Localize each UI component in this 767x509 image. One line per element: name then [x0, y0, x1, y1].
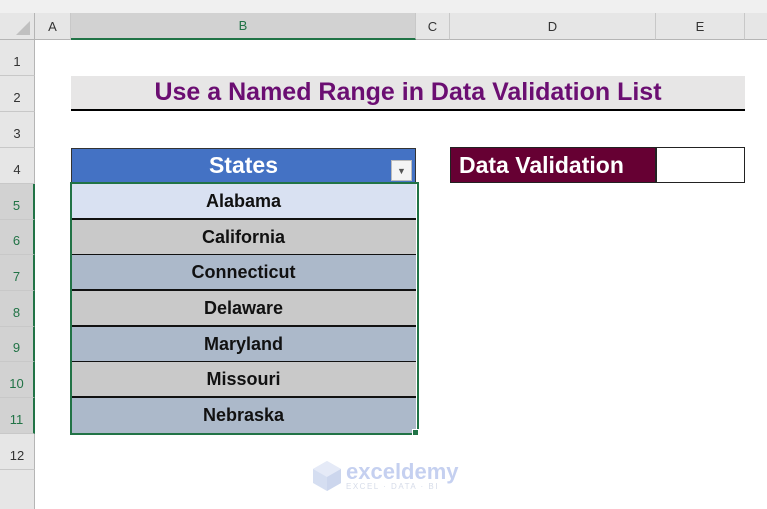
top-strip: [0, 0, 767, 13]
state-cell[interactable]: Maryland: [71, 327, 416, 363]
row-header-9[interactable]: 9: [0, 327, 35, 362]
exceldemy-watermark: exceldemy EXCEL · DATA · BI: [312, 460, 459, 492]
row-header-8[interactable]: 8: [0, 291, 35, 327]
filter-dropdown-button[interactable]: ▼: [391, 160, 412, 181]
column-header-a[interactable]: A: [35, 13, 71, 40]
data-validation-input-cell[interactable]: [656, 147, 745, 183]
exceldemy-logo-icon: [313, 461, 341, 491]
row-header-2[interactable]: 2: [0, 76, 35, 112]
row-header-3[interactable]: 3: [0, 112, 35, 148]
state-cell[interactable]: Alabama: [71, 184, 416, 220]
state-cell[interactable]: Delaware: [71, 291, 416, 327]
state-cell[interactable]: Connecticut: [71, 255, 416, 291]
states-header-label: States: [208, 152, 279, 178]
row-header-12[interactable]: 12: [0, 434, 35, 470]
column-header-c[interactable]: C: [416, 13, 450, 40]
state-cell[interactable]: California: [71, 220, 416, 256]
select-all-triangle-icon: [16, 21, 30, 35]
state-cell[interactable]: Missouri: [71, 362, 416, 398]
sheet-title[interactable]: Use a Named Range in Data Validation Lis…: [71, 76, 745, 111]
column-header-f[interactable]: [745, 13, 767, 40]
row-header-6[interactable]: 6: [0, 220, 35, 255]
watermark-brand: exceldemy: [346, 458, 459, 484]
row-header-5[interactable]: 5: [0, 184, 35, 220]
row-header-7[interactable]: 7: [0, 255, 35, 291]
row-header-blank: [0, 470, 35, 509]
select-all-corner[interactable]: [0, 13, 35, 40]
states-header-cell[interactable]: States ▼: [71, 148, 416, 183]
column-header-d[interactable]: D: [450, 13, 656, 40]
row-header-4[interactable]: 4: [0, 148, 35, 184]
row-header-11[interactable]: 11: [0, 398, 35, 434]
row-header-10[interactable]: 10: [0, 362, 35, 398]
column-header-e[interactable]: E: [656, 13, 745, 40]
row-header-1[interactable]: 1: [0, 40, 35, 76]
fill-handle[interactable]: [412, 429, 419, 436]
column-header-b[interactable]: B: [71, 13, 416, 40]
dropdown-arrow-icon: ▼: [397, 165, 406, 176]
state-cell[interactable]: Nebraska: [71, 398, 416, 433]
data-validation-label[interactable]: Data Validation: [450, 147, 656, 183]
